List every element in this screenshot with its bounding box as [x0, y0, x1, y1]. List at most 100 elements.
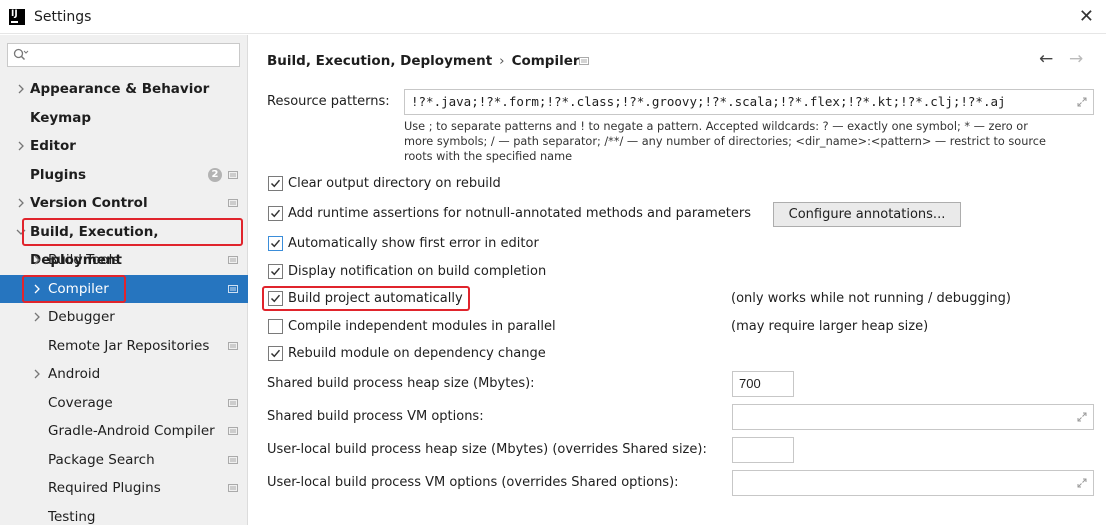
chevron-right-icon[interactable] [16, 141, 26, 151]
sidebar-item-build-execution-deployment[interactable]: Build, Execution, Deployment [0, 218, 248, 268]
breadcrumb-parent[interactable]: Build, Execution, Deployment [267, 53, 492, 69]
sidebar-item-coverage[interactable]: Coverage [0, 389, 248, 417]
runtime-assertions-label: Add runtime assertions for notnull-annot… [288, 206, 752, 221]
compile-parallel-label: Compile independent modules in parallel [288, 319, 556, 334]
sidebar-item-label: Keymap [30, 109, 92, 126]
breadcrumb: Build, Execution, Deployment › Compiler [267, 53, 580, 69]
hint-line: Use ; to separate patterns and ! to nega… [404, 120, 1028, 133]
sidebar-item-label: Build Tools [48, 252, 120, 268]
sidebar-item-compiler[interactable]: Compiler [0, 274, 248, 303]
expand-field-icon[interactable] [1077, 412, 1087, 422]
sidebar-item-label: Required Plugins [48, 480, 161, 496]
sidebar-item-keymap[interactable]: Keymap [0, 104, 248, 132]
settings-sidebar: Appearance & Behavior Keymap Editor Plugins… [0, 35, 248, 525]
sidebar-item-label: Testing [48, 508, 96, 525]
sidebar-item-build-tools[interactable]: Build Tools [0, 246, 248, 274]
project-level-page-icon [228, 341, 238, 350]
shared-heap-label: Shared build process heap size (Mbytes): [267, 376, 535, 391]
sidebar-item-package-search[interactable]: Package Search [0, 446, 248, 474]
checkmark-icon [270, 239, 281, 248]
shared-heap-value: 700 [739, 376, 761, 391]
build-automatically-checkbox[interactable] [268, 291, 283, 306]
display-notification-label: Display notification on build completion [288, 264, 547, 279]
resource-patterns-value: !?*.java;!?*.form;!?*.class;!?*.groovy;!… [411, 94, 1006, 109]
search-icon [13, 48, 29, 61]
checkmark-icon [270, 209, 281, 218]
rebuild-on-dependency-checkbox[interactable] [268, 346, 283, 361]
sidebar-item-testing[interactable]: Testing [0, 503, 248, 525]
user-vm-input[interactable] [732, 470, 1094, 496]
hint-line: roots with the specified name [404, 150, 573, 163]
clear-output-label: Clear output directory on rebuild [288, 176, 501, 191]
expand-field-icon[interactable] [1077, 478, 1087, 488]
title-bar: IJ Settings ✕ [0, 0, 1106, 34]
sidebar-item-label: Appearance & Behavior [30, 81, 210, 97]
chevron-right-icon[interactable] [32, 312, 42, 322]
chevron-right-icon[interactable] [32, 369, 42, 379]
display-notification-checkbox[interactable] [268, 264, 283, 279]
forward-arrow-icon[interactable]: → [1069, 49, 1083, 69]
shared-vm-input[interactable] [732, 404, 1094, 430]
hint-line: more symbols; / — path separator; /**/ —… [404, 135, 1046, 148]
compile-parallel-note: (may require larger heap size) [731, 319, 929, 334]
sidebar-item-label: Editor [30, 138, 76, 154]
show-first-error-label: Automatically show first error in editor [288, 236, 539, 251]
configure-annotations-button[interactable]: Configure annotations... [773, 202, 961, 227]
project-level-page-icon [228, 256, 238, 264]
user-heap-label: User-local build process heap size (Mbyt… [267, 442, 707, 457]
clear-output-checkbox[interactable] [268, 176, 283, 191]
sidebar-item-label: Coverage [48, 394, 113, 411]
runtime-assertions-checkbox[interactable] [268, 206, 283, 221]
chevron-right-icon[interactable] [32, 284, 42, 294]
expand-field-icon[interactable] [1077, 97, 1087, 107]
sidebar-item-editor[interactable]: Editor [0, 132, 248, 160]
sidebar-item-appearance-behavior[interactable]: Appearance & Behavior [0, 75, 248, 103]
build-automatically-note: (only works while not running / debuggin… [731, 291, 1011, 306]
project-level-page-icon [228, 427, 238, 435]
checkmark-icon [270, 294, 281, 303]
project-level-page-icon [228, 484, 238, 492]
sidebar-item-plugins[interactable]: Plugins 2 [0, 161, 248, 189]
user-heap-input[interactable] [732, 437, 794, 463]
checkmark-icon [270, 267, 281, 276]
shared-heap-input[interactable]: 700 [732, 371, 794, 397]
sidebar-item-version-control[interactable]: Version Control [0, 189, 248, 217]
project-level-page-icon [228, 455, 238, 464]
resource-patterns-hint: Use ; to separate patterns and ! to nega… [404, 119, 1094, 164]
chevron-right-icon[interactable] [16, 84, 26, 94]
user-vm-label: User-local build process VM options (ove… [267, 475, 679, 490]
breadcrumb-separator: › [499, 53, 505, 69]
sidebar-item-label: Gradle-Android Compiler [48, 423, 215, 439]
rebuild-on-dependency-label: Rebuild module on dependency change [288, 346, 546, 361]
chevron-right-icon[interactable] [16, 198, 26, 208]
window-title: Settings [34, 9, 92, 25]
close-icon[interactable]: ✕ [1079, 6, 1094, 27]
sidebar-item-label: Plugins [30, 166, 87, 183]
sidebar-item-required-plugins[interactable]: Required Plugins [0, 474, 248, 502]
settings-content: Build, Execution, Deployment › Compiler ← … [249, 35, 1106, 525]
checkmark-icon [270, 179, 281, 188]
back-arrow-icon[interactable]: ← [1039, 49, 1053, 69]
sidebar-item-gradle-android-compiler[interactable]: Gradle-Android Compiler [0, 417, 248, 445]
project-level-page-icon [228, 170, 238, 179]
resource-patterns-label: Resource patterns: [267, 94, 390, 109]
chevron-down-icon[interactable] [16, 227, 26, 237]
chevron-right-icon[interactable] [32, 255, 42, 265]
updates-count-badge: 2 [208, 167, 222, 182]
sidebar-item-label: Remote Jar Repositories [48, 337, 210, 354]
build-automatically-label: Build project automatically [288, 291, 463, 306]
compile-parallel-checkbox[interactable] [268, 319, 283, 334]
sidebar-item-remote-jar-repositories[interactable]: Remote Jar Repositories [0, 332, 248, 360]
sidebar-item-debugger[interactable]: Debugger [0, 303, 248, 331]
sidebar-item-label: Debugger [48, 309, 115, 325]
sidebar-item-label: Compiler [48, 280, 109, 297]
breadcrumb-current: Compiler [511, 53, 580, 69]
show-first-error-checkbox[interactable] [268, 236, 283, 251]
sidebar-item-android[interactable]: Android [0, 360, 248, 388]
search-input[interactable] [7, 43, 240, 67]
project-level-page-icon [228, 284, 238, 293]
project-level-page-icon [228, 199, 238, 207]
project-level-page-icon [579, 57, 589, 65]
sidebar-item-label: Package Search [48, 451, 155, 468]
resource-patterns-input[interactable]: !?*.java;!?*.form;!?*.class;!?*.groovy;!… [404, 89, 1094, 115]
